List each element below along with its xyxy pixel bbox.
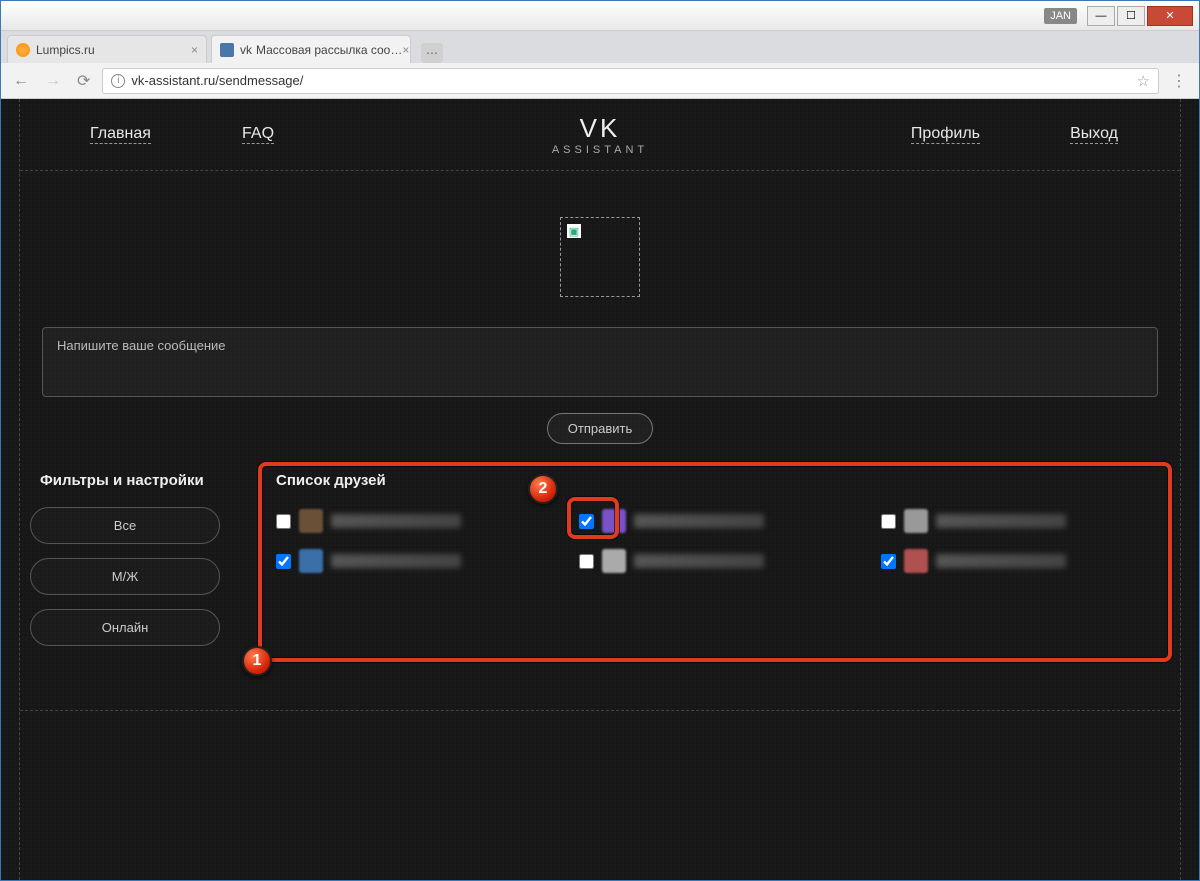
friend-checkbox[interactable] xyxy=(579,514,594,529)
friends-grid xyxy=(276,509,1154,573)
window-close-button[interactable]: ✕ xyxy=(1147,6,1193,26)
close-icon[interactable]: × xyxy=(191,43,198,57)
friend-item xyxy=(579,509,852,533)
friend-avatar xyxy=(299,549,323,573)
attachment-row xyxy=(20,217,1180,297)
tab-title: Lumpics.ru xyxy=(36,43,95,57)
friend-item xyxy=(881,509,1154,533)
filter-all-button[interactable]: Все xyxy=(30,507,220,544)
broken-image-icon xyxy=(567,224,581,238)
browser-tab-active[interactable]: vk Массовая рассылка соо… × xyxy=(211,35,411,63)
friend-checkbox[interactable] xyxy=(579,554,594,569)
browser-window: JAN — ☐ ✕ Lumpics.ru × vk Массовая рассы… xyxy=(0,0,1200,881)
language-badge: JAN xyxy=(1044,8,1077,24)
friend-avatar xyxy=(904,509,928,533)
new-tab-button[interactable]: ⋯ xyxy=(421,43,443,63)
filters-heading: Фильтры и настройки xyxy=(40,472,240,489)
nav-profile[interactable]: Профиль xyxy=(911,125,980,144)
message-placeholder: Напишите ваше сообщение xyxy=(57,338,226,353)
bookmark-icon[interactable]: ☆ xyxy=(1137,72,1150,90)
attachment-placeholder[interactable] xyxy=(560,217,640,297)
friend-name-blurred xyxy=(331,554,461,568)
browser-menu-button[interactable]: ⋮ xyxy=(1167,67,1191,95)
friend-checkbox[interactable] xyxy=(881,514,896,529)
reload-button[interactable]: ⟳ xyxy=(73,67,94,95)
friend-avatar xyxy=(602,549,626,573)
friend-item xyxy=(881,549,1154,573)
brand-title: VK xyxy=(552,113,648,144)
friend-item xyxy=(579,549,852,573)
friend-name-blurred xyxy=(936,554,1066,568)
friend-name-blurred xyxy=(936,514,1066,528)
site-brand: VK ASSISTANT xyxy=(552,113,648,156)
tab-prefix: vk xyxy=(240,43,252,57)
address-bar: ← → ⟳ i vk-assistant.ru/sendmessage/ ☆ ⋮ xyxy=(1,63,1199,99)
nav-logout[interactable]: Выход xyxy=(1070,125,1118,144)
window-minimize-button[interactable]: — xyxy=(1087,6,1115,26)
friend-name-blurred xyxy=(634,514,764,528)
url-text: vk-assistant.ru/sendmessage/ xyxy=(131,73,303,88)
friends-panel: Список друзей xyxy=(260,464,1170,660)
page-content: Главная FAQ VK ASSISTANT Профиль Выход Н… xyxy=(1,99,1199,880)
forward-button[interactable]: → xyxy=(41,68,65,94)
friend-checkbox[interactable] xyxy=(881,554,896,569)
tab-title: Массовая рассылка соо… xyxy=(256,43,402,57)
message-input[interactable]: Напишите ваше сообщение xyxy=(42,327,1158,397)
send-button[interactable]: Отправить xyxy=(547,413,653,444)
friends-heading: Список друзей xyxy=(276,472,1154,489)
browser-tab-strip: Lumpics.ru × vk Массовая рассылка соо… ×… xyxy=(1,31,1199,63)
window-title-bar: JAN — ☐ ✕ xyxy=(1,1,1199,31)
friend-avatar xyxy=(602,509,626,533)
brand-subtitle: ASSISTANT xyxy=(552,144,648,156)
friend-checkbox[interactable] xyxy=(276,514,291,529)
browser-tab[interactable]: Lumpics.ru × xyxy=(7,35,207,63)
site-info-icon[interactable]: i xyxy=(111,74,125,88)
nav-home[interactable]: Главная xyxy=(90,125,151,144)
filter-online-button[interactable]: Онлайн xyxy=(30,609,220,646)
favicon-icon xyxy=(220,43,234,57)
friend-avatar xyxy=(904,549,928,573)
nav-faq[interactable]: FAQ xyxy=(242,125,274,144)
filter-gender-button[interactable]: М/Ж xyxy=(30,558,220,595)
friend-avatar xyxy=(299,509,323,533)
close-icon[interactable]: × xyxy=(402,43,409,57)
window-maximize-button[interactable]: ☐ xyxy=(1117,6,1145,26)
url-input[interactable]: i vk-assistant.ru/sendmessage/ ☆ xyxy=(102,68,1159,94)
friend-name-blurred xyxy=(634,554,764,568)
filters-panel: Фильтры и настройки Все М/Ж Онлайн xyxy=(30,464,240,660)
footer-divider xyxy=(20,710,1180,711)
site-nav: Главная FAQ VK ASSISTANT Профиль Выход xyxy=(20,99,1180,171)
callout-badge-1: 1 xyxy=(242,646,272,676)
friend-item xyxy=(276,549,549,573)
friend-item xyxy=(276,509,549,533)
friend-name-blurred xyxy=(331,514,461,528)
friend-checkbox[interactable] xyxy=(276,554,291,569)
favicon-icon xyxy=(16,43,30,57)
back-button[interactable]: ← xyxy=(9,68,33,94)
